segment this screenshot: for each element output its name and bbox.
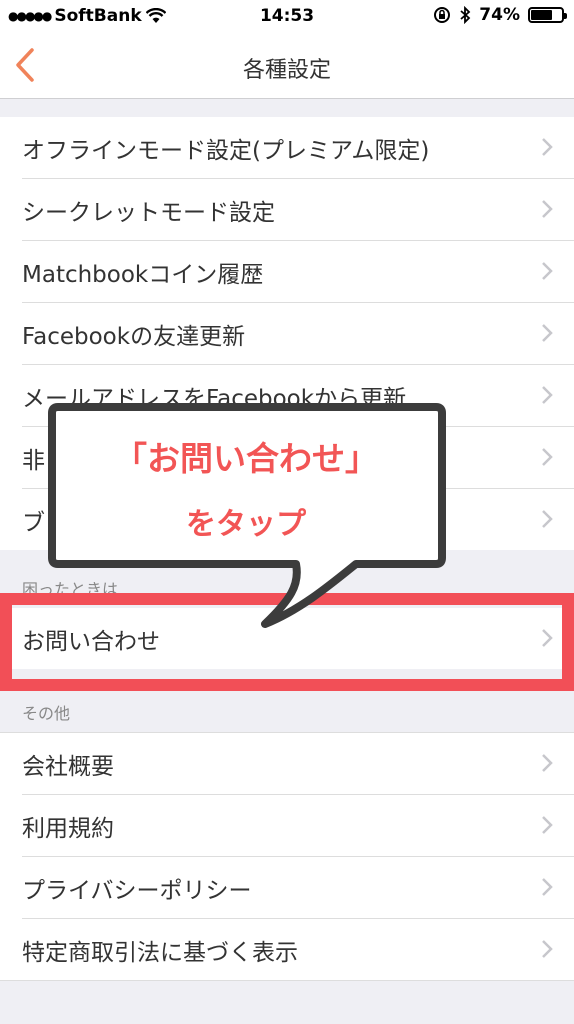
callout-line-1: 「お問い合わせ」 — [114, 439, 378, 478]
help-list: お問い合わせ — [0, 608, 574, 669]
nav-bar: 各種設定 — [0, 34, 574, 99]
chevron-right-icon — [542, 878, 553, 896]
callout-line-2: をタップ — [186, 507, 306, 542]
list-item[interactable]: シークレットモード設定 — [22, 179, 574, 241]
list-item-label: 非 — [22, 448, 45, 474]
bluetooth-icon — [460, 6, 471, 24]
chevron-right-icon — [542, 386, 553, 404]
list-item-label: 利用規約 — [22, 816, 114, 842]
chevron-right-icon — [542, 629, 553, 647]
list-item-label: シークレットモード設定 — [22, 200, 275, 226]
rotation-lock-icon — [434, 7, 451, 23]
section-header-other: その他 — [22, 704, 71, 723]
chevron-right-icon — [542, 262, 553, 280]
list-item[interactable]: 特定商取引法に基づく表示 — [22, 919, 574, 980]
battery-percent: 74% — [479, 5, 520, 25]
list-item-label: 会社概要 — [22, 754, 114, 780]
page-title: 各種設定 — [242, 58, 331, 83]
list-item[interactable]: Matchbookコイン履歴 — [22, 241, 574, 303]
list-item[interactable]: Facebookの友達更新 — [22, 303, 574, 365]
list-item[interactable]: プライバシーポリシー — [22, 857, 574, 919]
list-item-label: オフラインモード設定(プレミアム限定) — [22, 138, 430, 164]
chevron-right-icon — [542, 940, 553, 958]
status-right: 74% — [433, 5, 567, 25]
list-item[interactable]: 利用規約 — [22, 795, 574, 857]
battery-icon — [528, 7, 567, 23]
list-item-label: ブ — [22, 510, 45, 536]
list-item-label: メールアドレスをFacebookから更新 — [22, 386, 407, 412]
section-header-help: 困ったときは — [22, 580, 119, 599]
list-item-label: お問い合わせ — [22, 629, 160, 655]
chevron-right-icon — [542, 510, 553, 528]
list-item-label: Matchbookコイン履歴 — [22, 262, 264, 288]
list-item[interactable]: メールアドレスをFacebookから更新 — [22, 365, 574, 427]
list-item[interactable]: オフラインモード設定(プレミアム限定) — [22, 117, 574, 179]
chevron-right-icon — [542, 816, 553, 834]
chevron-right-icon — [542, 138, 553, 156]
chevron-right-icon — [542, 200, 553, 218]
chevron-right-icon — [542, 324, 553, 342]
list-item-label: Facebookの友達更新 — [22, 324, 246, 350]
list-item-label: プライバシーポリシー — [22, 878, 252, 904]
settings-list: オフラインモード設定(プレミアム限定) シークレットモード設定 Matchboo… — [0, 117, 574, 550]
status-bar: ●●●●● SoftBank 14:53 74% — [0, 0, 574, 34]
other-list: 会社概要 利用規約 プライバシーポリシー 特定商取引法に基づく表示 — [0, 732, 574, 981]
contact-item[interactable]: お問い合わせ — [22, 608, 574, 669]
chevron-right-icon — [542, 448, 553, 466]
list-item-label: 特定商取引法に基づく表示 — [22, 940, 298, 966]
chevron-right-icon — [542, 754, 553, 772]
list-item[interactable]: 会社概要 — [22, 733, 574, 795]
